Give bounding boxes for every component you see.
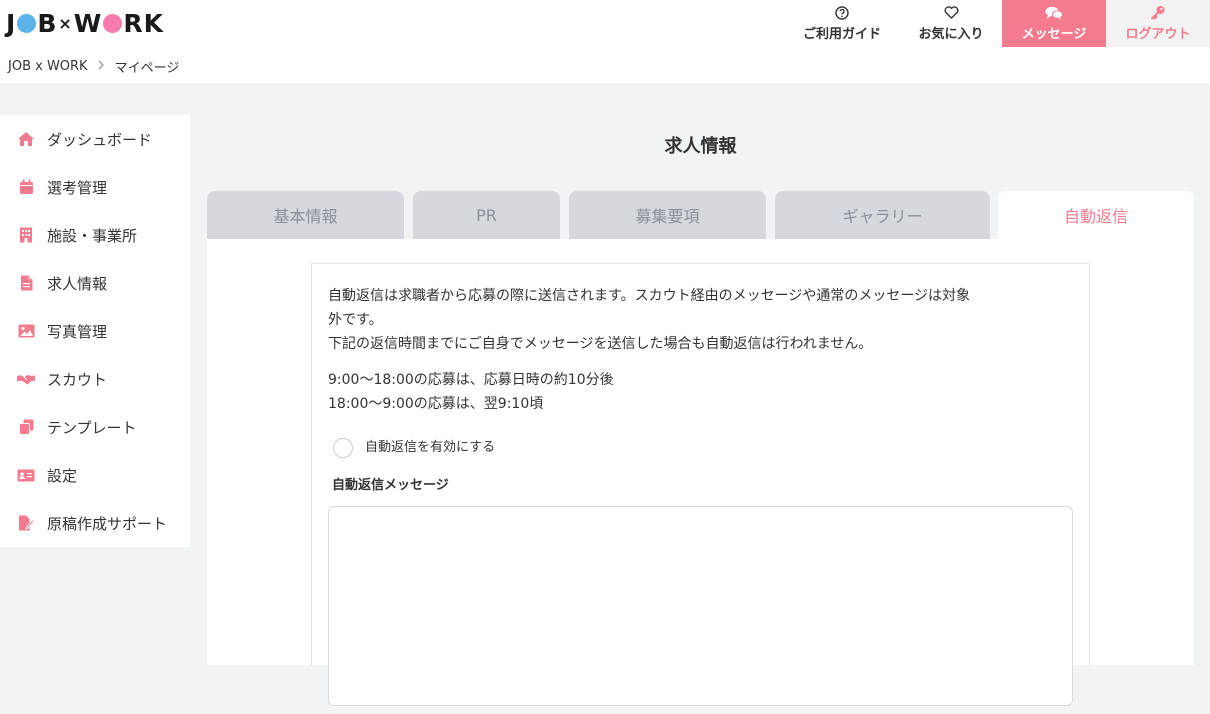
chat-bubbles-icon — [1045, 6, 1063, 20]
sidebar-item-label: テンプレート — [47, 418, 137, 437]
auto-reply-section: 自動返信は求職者から応募の際に送信されます。スカウト経由のメッセージや通常のメッ… — [311, 263, 1090, 706]
enable-auto-reply-checkbox[interactable] — [333, 438, 353, 458]
sidebar-item-label: スカウト — [47, 370, 108, 389]
logout-label: ログアウト — [1125, 26, 1191, 42]
sidebar-item-label: 施設・事業所 — [47, 226, 138, 245]
messages-label: メッセージ — [1021, 26, 1087, 42]
id-card-icon — [17, 466, 35, 484]
notice-text-line2: 外です。 — [328, 312, 383, 328]
sidebar-item-label: 原稿作成サポート — [47, 514, 168, 533]
logout-button[interactable]: ログアウト — [1106, 0, 1210, 47]
breadcrumb-home[interactable]: JOB x WORK — [8, 59, 88, 74]
question-circle-icon — [835, 5, 849, 20]
sidebar-item-jobs[interactable]: 求人情報 — [0, 259, 190, 307]
tab-panel: 自動返信は求職者から応募の際に送信されます。スカウト経由のメッセージや通常のメッ… — [207, 239, 1194, 706]
tab-gallery[interactable]: ギャラリー — [775, 191, 990, 239]
auto-reply-message-label: 自動返信メッセージ — [332, 478, 449, 493]
sidebar-item-dashboard[interactable]: ダッシュボード — [0, 115, 190, 163]
sidebar-item-label: 選考管理 — [47, 178, 108, 197]
enable-auto-reply-label[interactable]: 自動返信を有効にする — [365, 436, 495, 460]
handshake-icon — [17, 370, 35, 388]
logo-letters-rk: RK — [123, 8, 164, 38]
key-icon — [1150, 6, 1166, 20]
sidebar-item-photos[interactable]: 写真管理 — [0, 307, 190, 355]
logo-x: × — [58, 13, 73, 33]
heart-icon — [944, 6, 959, 20]
sidebar-item-label: 求人情報 — [47, 274, 108, 293]
sidebar-item-writing-support[interactable]: 原稿作成サポート — [0, 499, 190, 547]
tab-basic-info[interactable]: 基本情報 — [207, 191, 404, 239]
sidebar-item-scout[interactable]: スカウト — [0, 355, 190, 403]
tab-auto-reply[interactable]: 自動返信 — [998, 191, 1194, 239]
sidebar-item-settings[interactable]: 設定 — [0, 451, 190, 499]
sidebar-item-label: ダッシュボード — [47, 130, 153, 149]
logo-letter-b: B — [37, 8, 58, 38]
favorites-button[interactable]: お気に入り — [900, 0, 1002, 47]
guide-button[interactable]: ご利用ガイド — [784, 0, 900, 47]
logo-letter-w: W — [73, 8, 103, 38]
notice-text-line3: 下記の返信時間までにご自身でメッセージを送信した場合も自動返信は行われません。 — [328, 336, 873, 352]
header-nav: ご利用ガイド お気に入り メッセージ ログアウト — [784, 0, 1210, 47]
sidebar-item-selection[interactable]: 選考管理 — [0, 163, 190, 211]
logo-letter-j: J — [6, 8, 17, 38]
logo[interactable]: J B × W RK — [6, 8, 164, 38]
sidebar-item-label: 設定 — [47, 466, 78, 485]
reply-time-daytime: 9:00〜18:00の応募は、応募日時の約10分後 — [328, 372, 614, 388]
sidebar-item-facilities[interactable]: 施設・事業所 — [0, 211, 190, 259]
edit-document-icon — [17, 514, 35, 532]
breadcrumb: JOB x WORK マイページ — [8, 57, 179, 76]
header: J B × W RK JOB x WORK マイページ ご利用ガイド お気に入り — [0, 0, 1210, 83]
notice-text-line1: 自動返信は求職者から応募の際に送信されます。スカウト経由のメッセージや通常のメッ… — [328, 288, 971, 304]
favorites-label: お気に入り — [918, 26, 984, 42]
tab-pr[interactable]: PR — [413, 191, 560, 239]
page-title: 求人情報 — [664, 136, 737, 157]
sidebar-item-label: 写真管理 — [47, 322, 108, 341]
calendar-icon — [17, 178, 35, 196]
enable-auto-reply-row: 自動返信を有効にする — [333, 436, 1073, 460]
guide-label: ご利用ガイド — [802, 26, 881, 42]
breadcrumb-current: マイページ — [114, 61, 180, 76]
tab-requirements[interactable]: 募集要項 — [569, 191, 766, 239]
logo-dot-pink — [103, 13, 123, 33]
auto-reply-message-input[interactable] — [328, 506, 1073, 706]
logo-dot-blue — [17, 13, 37, 33]
reply-time-night: 18:00〜9:00の応募は、翌9:10頃 — [328, 396, 544, 412]
sidebar: ダッシュボード 選考管理 施設・事業所 求人情報 写真管理 スカウト テンプレー… — [0, 115, 190, 547]
home-icon — [17, 130, 35, 148]
image-icon — [17, 322, 35, 340]
document-icon — [17, 274, 35, 292]
messages-button[interactable]: メッセージ — [1002, 0, 1106, 47]
sidebar-item-templates[interactable]: テンプレート — [0, 403, 190, 451]
copy-icon — [17, 418, 35, 436]
chevron-right-icon — [98, 60, 105, 73]
building-icon — [17, 226, 35, 244]
